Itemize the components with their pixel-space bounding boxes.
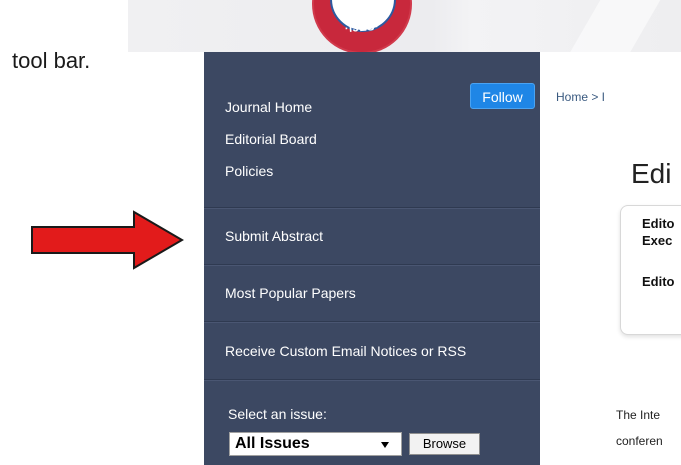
- sidebar-link-editorial-board[interactable]: Editorial Board: [225, 131, 317, 147]
- follow-button[interactable]: Follow: [470, 83, 535, 109]
- sidebar-item-submit-abstract[interactable]: Submit Abstract: [204, 207, 540, 265]
- issue-select-label: Select an issue:: [228, 406, 327, 422]
- info-box-line: Exec: [642, 233, 673, 248]
- info-box-line: Edito: [642, 274, 675, 289]
- sidebar-item-label: Receive Custom Email Notices or RSS: [225, 343, 467, 359]
- sidebar-item-label: Most Popular Papers: [225, 285, 356, 301]
- sidebar-link-policies[interactable]: Policies: [225, 163, 273, 179]
- issue-select[interactable]: All Issues: [229, 432, 402, 456]
- document-text-tool-bar: tool bar.: [12, 48, 91, 73]
- journal-seal-logo: ·IJES·: [312, 0, 412, 52]
- journal-sidebar: Journal Home Editorial Board Policies Fo…: [204, 52, 540, 465]
- info-box-line: Edito: [642, 216, 675, 231]
- breadcrumb[interactable]: Home > I: [556, 90, 605, 104]
- chevron-down-icon: [381, 442, 389, 448]
- sidebar-nav-section: Journal Home Editorial Board Policies Fo…: [204, 52, 540, 208]
- page-title: Edi: [631, 158, 672, 189]
- body-text-line: The Inte: [616, 408, 661, 422]
- sidebar-link-journal-home[interactable]: Journal Home: [225, 99, 312, 115]
- sidebar-item-most-popular-papers[interactable]: Most Popular Papers: [204, 265, 540, 322]
- journal-banner: ·IJES·: [128, 0, 681, 52]
- editor-info-box: Edito Exec Edito: [620, 205, 681, 335]
- browse-button[interactable]: Browse: [409, 433, 480, 455]
- red-arrow-icon: [31, 210, 184, 270]
- body-text-line: conferen: [616, 434, 663, 448]
- issue-select-value: All Issues: [235, 435, 310, 452]
- issue-selector-section: Select an issue: All Issues Browse: [204, 380, 540, 465]
- seal-text: ·IJES·: [344, 20, 380, 36]
- sidebar-item-email-notices-rss[interactable]: Receive Custom Email Notices or RSS: [204, 322, 540, 380]
- banner-sheen: [559, 0, 667, 52]
- sidebar-item-label: Submit Abstract: [225, 228, 324, 244]
